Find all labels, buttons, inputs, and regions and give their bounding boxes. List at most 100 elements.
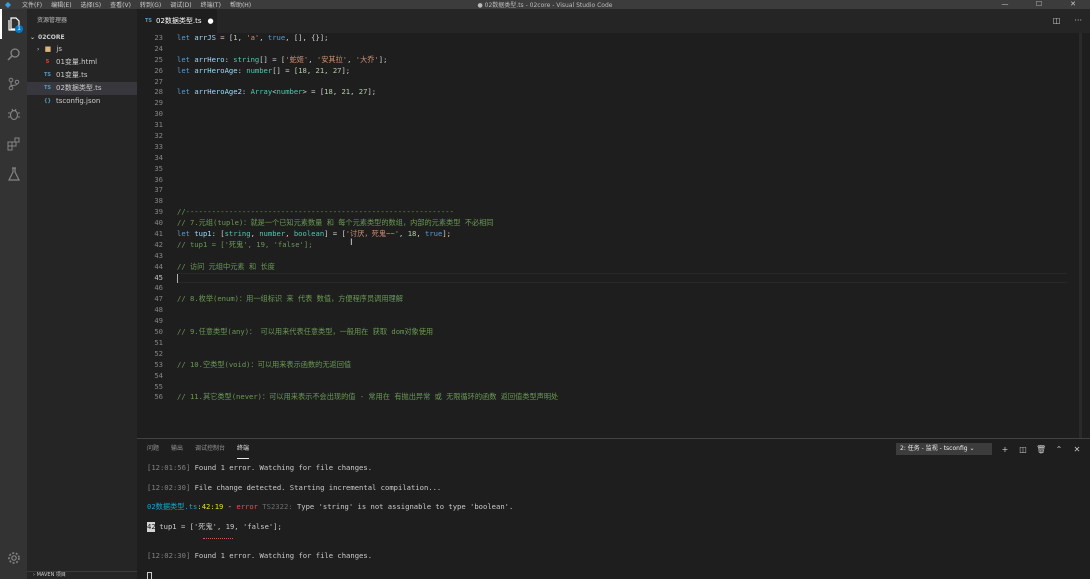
code-line[interactable]: [177, 371, 1067, 382]
code-line[interactable]: // 8.枚举(enum)：用一组标识 来 代表 数值，方便程序员调用理解: [177, 294, 1067, 305]
code-line[interactable]: //--------------------------------------…: [177, 207, 1067, 218]
line-number: 25: [154, 54, 163, 64]
minimize-button[interactable]: —: [988, 0, 1022, 9]
code-area[interactable]: let arrJS = [1, 'a', true, [], {}]; let …: [177, 33, 1067, 403]
menu-go[interactable]: 转到(G): [140, 0, 161, 9]
line-number: 49: [154, 316, 163, 326]
new-terminal-icon[interactable]: +: [1000, 445, 1010, 454]
terminal-squiggle-line: [147, 532, 1077, 542]
code-line[interactable]: [177, 77, 1067, 88]
code-line[interactable]: [177, 338, 1067, 349]
code-line[interactable]: [177, 109, 1067, 120]
code-line[interactable]: // 访问 元组中元素 和 长度: [177, 262, 1067, 273]
terminal-select[interactable]: 2: 任务 - 监视 - tsconfig ⌄: [896, 443, 992, 455]
line-number: 50: [154, 327, 163, 337]
tree-item-js-folder[interactable]: › ■ js: [27, 43, 137, 56]
code-editor[interactable]: 23 24 25 26 27 28 29 30 31 32 33 34 35 36 37 38 39 40 41 42…: [137, 33, 1090, 438]
code-line[interactable]: [177, 131, 1067, 142]
close-panel-icon[interactable]: ✕: [1072, 445, 1082, 454]
tree-item-tsconfig[interactable]: {} tsconfig.json: [27, 95, 137, 108]
source-control-icon[interactable]: [0, 69, 27, 99]
maven-projects-section[interactable]: › MAVEN 项目: [27, 571, 137, 579]
editor-scrollbar[interactable]: [1079, 33, 1082, 438]
ts-file-icon: TS: [43, 72, 51, 78]
code-line[interactable]: [177, 142, 1067, 153]
line-number: 29: [154, 98, 163, 108]
maximize-button[interactable]: ☐: [1022, 0, 1056, 9]
line-number: 28: [154, 87, 163, 97]
code-line[interactable]: // 11.其它类型(never)：可以用来表示不会出现的值 - 常用在 有抛出…: [177, 392, 1067, 403]
code-line[interactable]: [177, 175, 1067, 186]
code-line[interactable]: [177, 305, 1067, 316]
editor-tabs: TS 02数据类型.ts ● ◫ ···: [137, 9, 1090, 33]
explorer-badge: 1: [15, 25, 23, 33]
tree-item-01-html[interactable]: 5 01变量.html: [27, 56, 137, 69]
split-editor-icon[interactable]: ◫: [1053, 16, 1061, 25]
code-line[interactable]: [177, 196, 1067, 207]
error-position: :42:19: [197, 502, 224, 512]
vscode-logo-icon: ◆: [4, 0, 12, 9]
debug-icon[interactable]: [0, 99, 27, 129]
code-line[interactable]: let arrHeroAge: number[] = [18, 21, 27];: [177, 66, 1067, 77]
code-line[interactable]: // 10.空类型(void)：可以用来表示函数的无返回值: [177, 360, 1067, 371]
menu-selection[interactable]: 选择(S): [81, 0, 102, 9]
line-number: 51: [154, 337, 163, 347]
tree-item-02-ts[interactable]: TS 02数据类型.ts: [27, 82, 137, 95]
error-file-link[interactable]: 02数据类型.ts: [147, 502, 197, 511]
menu-file[interactable]: 文件(F): [22, 0, 42, 9]
terminal-message: Found 1 error. Watching for file changes…: [190, 551, 373, 561]
code-line[interactable]: [177, 98, 1067, 109]
tab-terminal[interactable]: 终端: [237, 439, 250, 459]
code-line[interactable]: [177, 316, 1067, 327]
tree-item-01-ts[interactable]: TS 01变量.ts: [27, 69, 137, 82]
test-icon[interactable]: [0, 159, 27, 189]
terminal-line: [12:01:56] Found 1 error. Watching for f…: [147, 463, 1077, 473]
menu-debug[interactable]: 调试(D): [170, 0, 191, 9]
menu-help[interactable]: 帮助(H): [230, 0, 251, 9]
close-button[interactable]: ✕: [1056, 0, 1090, 9]
workspace-section[interactable]: ⌄ 02CORE: [27, 33, 137, 43]
menu-edit[interactable]: 编辑(E): [51, 0, 71, 9]
extensions-icon[interactable]: [0, 129, 27, 159]
tab-output[interactable]: 输出: [171, 439, 183, 459]
line-number: 39: [154, 207, 163, 217]
code-line[interactable]: [177, 349, 1067, 360]
maximize-panel-icon[interactable]: ⌃: [1054, 445, 1064, 454]
modified-dot-icon[interactable]: ●: [208, 17, 214, 25]
split-terminal-icon[interactable]: ◫: [1018, 445, 1028, 454]
code-line[interactable]: let tup1: [string, number, boolean] = ['…: [177, 229, 1067, 240]
terminal-output[interactable]: [12:01:56] Found 1 error. Watching for f…: [147, 463, 1077, 579]
code-line[interactable]: [177, 251, 1067, 262]
code-line[interactable]: [177, 153, 1067, 164]
code-line[interactable]: let arrHero: string[] = ['蛇姬', '安其拉', '大…: [177, 55, 1067, 66]
code-line[interactable]: let arrJS = [1, 'a', true, [], {}];: [177, 33, 1067, 44]
code-line[interactable]: // 7.元组(tuple)：就是一个已知元素数量 和 每个元素类型的数组，内部…: [177, 218, 1067, 229]
line-number: 26: [154, 65, 163, 75]
tab-02-ts[interactable]: TS 02数据类型.ts ●: [137, 9, 217, 33]
panel-actions: 2: 任务 - 监视 - tsconfig ⌄ + ◫ 🗑 ⌃ ✕: [896, 443, 1082, 455]
more-actions-icon[interactable]: ···: [1074, 16, 1082, 25]
code-line[interactable]: [177, 44, 1067, 55]
sidebar-title: 资源管理器: [37, 17, 68, 24]
json-file-icon: {}: [43, 98, 52, 104]
code-line[interactable]: [177, 164, 1067, 175]
menu-view[interactable]: 查看(V): [110, 0, 131, 9]
code-line[interactable]: // 9.任意类型(any)： 可以用来代表任意类型，一般用在 获取 dom对象…: [177, 327, 1067, 338]
code-line[interactable]: let arrHeroAge2: Array<number> = [18, 21…: [177, 87, 1067, 98]
settings-gear-icon[interactable]: [0, 543, 27, 573]
tab-problems[interactable]: 问题: [147, 439, 159, 459]
code-line[interactable]: [177, 185, 1067, 196]
code-line[interactable]: [177, 382, 1067, 393]
menu-terminal[interactable]: 终端(T): [201, 0, 221, 9]
line-number: 44: [154, 261, 163, 271]
code-line[interactable]: [177, 283, 1067, 294]
search-icon[interactable]: [0, 39, 27, 69]
code-line[interactable]: [177, 120, 1067, 131]
explorer-icon[interactable]: 1: [0, 9, 27, 39]
code-line-current[interactable]: [177, 272, 1067, 284]
code-line[interactable]: // tup1 = ['死鬼', 19, 'false'];: [177, 240, 1067, 251]
line-number: 30: [154, 109, 163, 119]
trash-icon[interactable]: 🗑: [1036, 445, 1046, 454]
tab-debug-console[interactable]: 调试控制台: [195, 439, 225, 459]
terminal-prompt: [147, 571, 1077, 579]
